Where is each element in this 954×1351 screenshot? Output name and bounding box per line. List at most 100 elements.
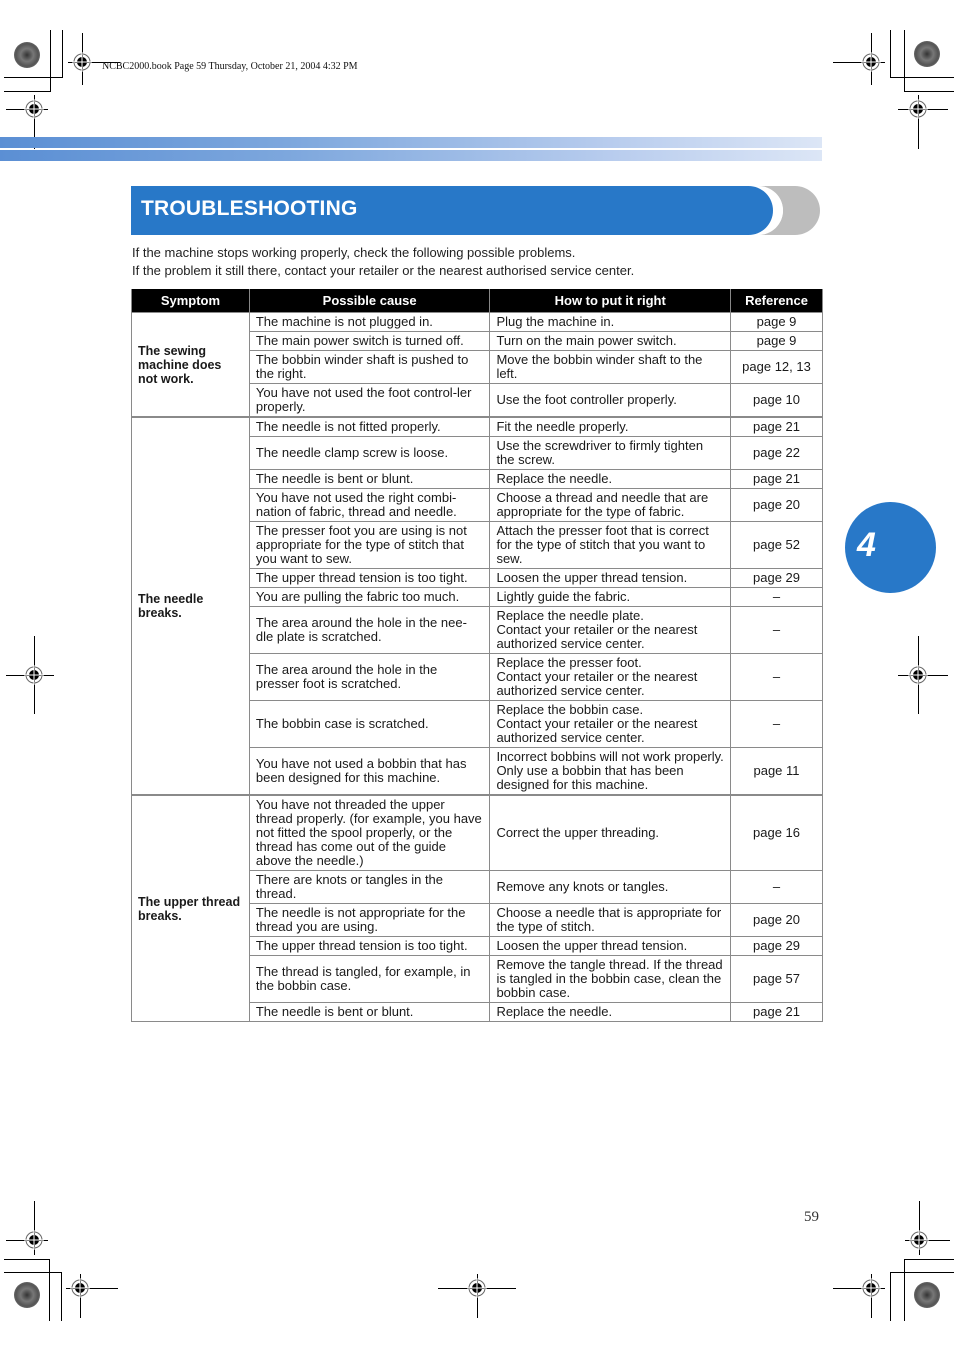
crop-mark	[890, 1272, 954, 1273]
crop-mark	[890, 1272, 891, 1321]
fix-cell: Correct the upper threading.	[489, 794, 732, 871]
reference-cell: –	[730, 653, 823, 701]
page-number: 59	[804, 1209, 819, 1225]
fix-cell: Turn on the main power switch.	[489, 331, 732, 351]
reference-cell: page 20	[730, 488, 823, 522]
column-header-fix: How to put it right	[489, 289, 732, 313]
fix-cell: Choose a thread and needle that are appr…	[489, 488, 732, 522]
fix-cell: Choose a needle that is appropriate for …	[489, 903, 732, 937]
reference-cell: page 52	[730, 521, 823, 569]
table-body: The sewing machine does not work. The mac…	[131, 312, 823, 1022]
registration-target-icon	[861, 52, 881, 72]
reference-cell: –	[730, 587, 823, 607]
crop-mark	[904, 1259, 905, 1321]
column-header-reference: Reference	[730, 289, 823, 313]
fix-cell: Plug the machine in.	[489, 312, 732, 332]
registration-target-icon	[24, 99, 44, 119]
reference-cell: page 10	[730, 383, 823, 418]
reference-cell: page 9	[730, 312, 823, 332]
registration-disc-icon	[914, 1282, 940, 1308]
crop-mark	[904, 91, 954, 92]
cause-cell: The needle clamp screw is loose.	[248, 436, 491, 470]
reference-cell: page 22	[730, 436, 823, 470]
column-header-cause: Possible cause	[248, 289, 491, 313]
cause-cell: The upper thread tension is too tight.	[248, 936, 491, 956]
registration-target-icon	[861, 1278, 881, 1298]
registration-target-icon	[908, 665, 928, 685]
fix-cell: Replace the needle plate. Contact your r…	[489, 606, 732, 654]
cause-cell: The thread is tangled, for example, in t…	[248, 955, 491, 1003]
reference-cell: –	[730, 870, 823, 904]
fix-cell: Remove any knots or tangles.	[489, 870, 732, 904]
crop-mark	[61, 1272, 62, 1321]
registration-target-icon	[24, 665, 44, 685]
cause-cell: The needle is not fitted properly.	[248, 416, 491, 437]
reference-cell: page 12, 13	[730, 350, 823, 384]
fix-cell: Loosen the upper thread tension.	[489, 568, 732, 588]
registration-target-icon	[467, 1278, 487, 1298]
fix-cell: Replace the presser foot. Contact your r…	[489, 653, 732, 701]
cause-cell: You are pulling the fabric too much.	[248, 587, 491, 607]
cause-cell: The needle is bent or blunt.	[248, 469, 491, 489]
table-row: The needle breaks. The needle is not fitt…	[131, 416, 823, 796]
crop-mark	[890, 30, 891, 78]
registration-target-icon	[72, 52, 92, 72]
fix-cell: Incorrect bobbins will not work properly…	[489, 747, 732, 796]
cause-cell: The machine is not plugged in.	[248, 312, 491, 332]
registration-target-icon	[24, 1230, 44, 1250]
crop-mark	[49, 1259, 50, 1321]
cause-cell: The main power switch is turned off.	[248, 331, 491, 351]
registration-disc-icon	[914, 41, 940, 67]
registration-disc-icon	[14, 42, 40, 68]
fix-cell: Use the foot controller properly.	[489, 383, 732, 418]
cause-cell: There are knots or tangles in the thread…	[248, 870, 491, 904]
registration-target-icon	[70, 1278, 90, 1298]
print-header: NCBC2000.book Page 59 Thursday, October …	[102, 61, 358, 72]
crop-mark	[62, 30, 63, 78]
fix-cell: Remove the tangle thread. If the thread …	[489, 955, 732, 1003]
reference-cell: –	[730, 700, 823, 748]
cause-cell: The needle is bent or blunt.	[248, 1002, 491, 1022]
reference-cell: page 57	[730, 955, 823, 1003]
page-title: TROUBLESHOOTING	[141, 197, 358, 220]
table-header-row: Symptom Possible cause How to put it rig…	[131, 289, 823, 313]
header-band-top	[0, 137, 822, 148]
fix-cell: Use the screwdriver to firmly tighten th…	[489, 436, 732, 470]
fix-cell: Replace the bobbin case. Contact your re…	[489, 700, 732, 748]
registration-target-icon	[909, 1230, 929, 1250]
column-header-symptom: Symptom	[131, 289, 250, 313]
fix-cell: Lightly guide the fabric.	[489, 587, 732, 607]
reference-cell: page 21	[730, 469, 823, 489]
crop-mark	[904, 30, 905, 92]
cause-cell: The upper thread tension is too tight.	[248, 568, 491, 588]
section-title-banner: TROUBLESHOOTING	[131, 186, 773, 235]
cause-cell: You have not threaded the upper thread p…	[248, 794, 491, 871]
intro-text: If the machine stops working properly, c…	[132, 244, 634, 280]
fix-cell: Loosen the upper thread tension.	[489, 936, 732, 956]
symptom-cell: The needle breaks.	[131, 416, 250, 796]
cause-cell: The area around the hole in the nee-dle …	[248, 606, 491, 654]
cause-cell: The bobbin winder shaft is pushed to the…	[248, 350, 491, 384]
cause-cell: The presser foot you are using is not ap…	[248, 521, 491, 569]
cause-cell: You have not used the foot control-ler p…	[248, 383, 491, 418]
chapter-tab: 4	[845, 502, 936, 593]
crop-mark	[50, 30, 51, 92]
reference-cell: page 29	[730, 568, 823, 588]
reference-cell: page 16	[730, 794, 823, 871]
table-row: The sewing machine does not work. The mac…	[131, 312, 823, 418]
symptom-cell: The sewing machine does not work.	[131, 312, 250, 418]
table-row: The upper thread breaks. You have not thr…	[131, 794, 823, 1022]
cause-cell: You have not used a bobbin that has been…	[248, 747, 491, 796]
registration-target-icon	[908, 99, 928, 119]
cause-cell: The area around the hole in the presser …	[248, 653, 491, 701]
intro-line: If the problem it still there, contact y…	[132, 263, 635, 278]
header-band-bottom	[0, 150, 822, 161]
fix-cell: Move the bobbin winder shaft to the left…	[489, 350, 732, 384]
fix-cell: Replace the needle.	[489, 469, 732, 489]
reference-cell: –	[730, 606, 823, 654]
crop-mark	[4, 77, 62, 78]
crop-mark	[4, 1259, 50, 1260]
crop-mark	[4, 91, 50, 92]
chapter-number: 4	[857, 526, 876, 564]
reference-cell: page 29	[730, 936, 823, 956]
